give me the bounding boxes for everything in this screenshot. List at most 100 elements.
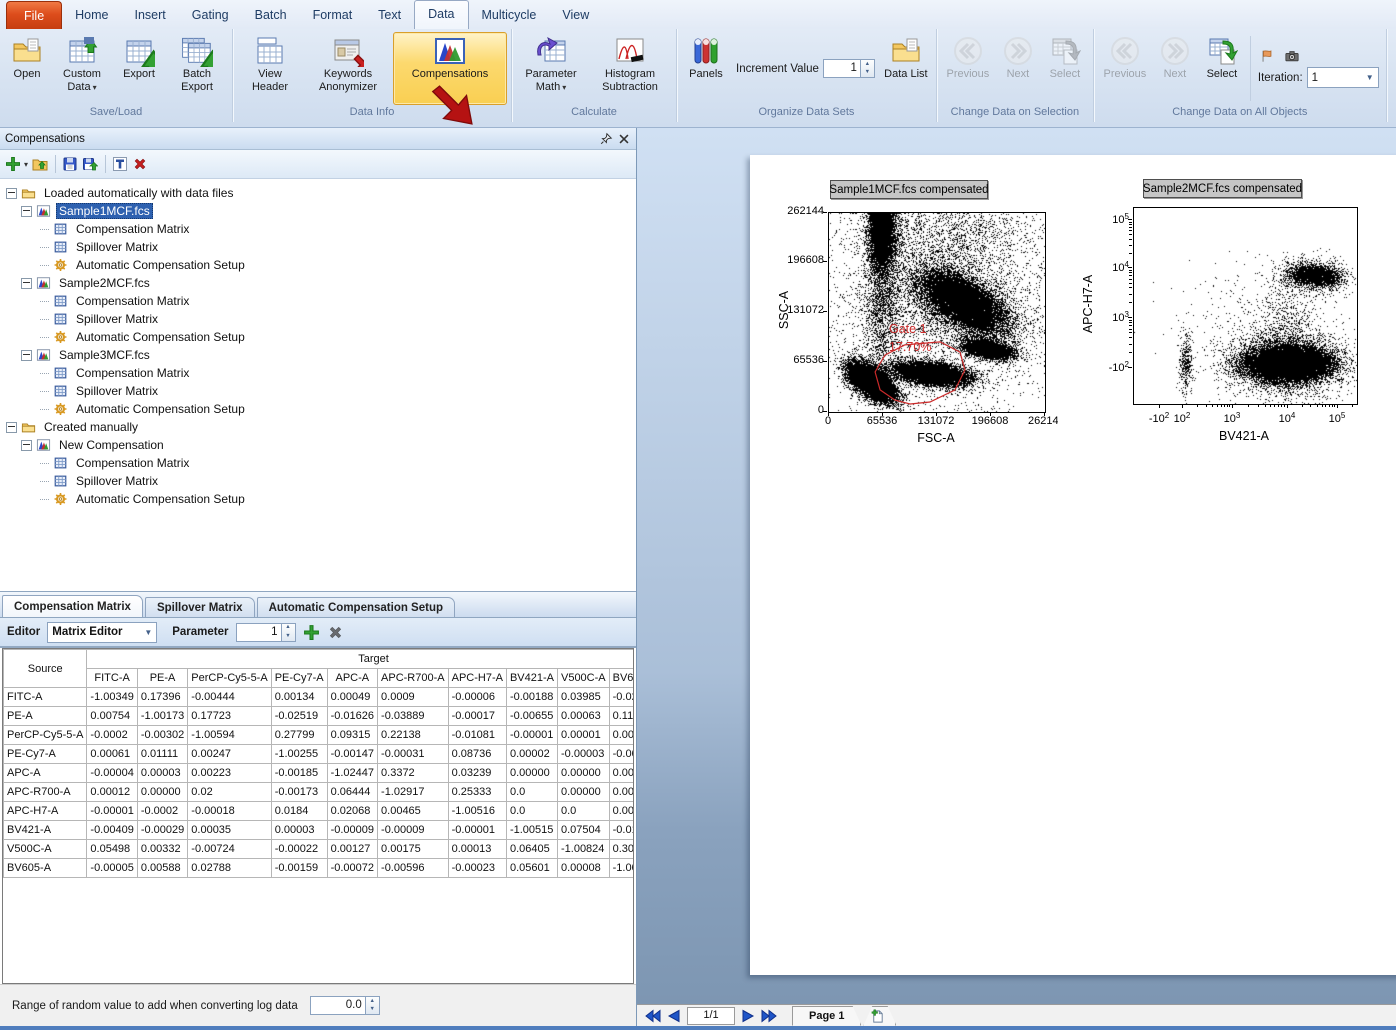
matrix-cell[interactable]: 0.0184 <box>271 802 327 821</box>
range-spinner[interactable]: 0.0 ▲▼ <box>310 996 380 1015</box>
parameter-math-button[interactable]: Parameter Math <box>516 32 586 105</box>
ribbon-tab-home[interactable]: Home <box>62 2 121 29</box>
matrix-cell[interactable]: 0.17723 <box>188 707 271 726</box>
tree-expander-icon[interactable] <box>6 422 17 433</box>
matrix-cell[interactable]: -0.00004 <box>87 764 137 783</box>
matrix-cell[interactable]: 0.00063 <box>557 707 609 726</box>
matrix-cell[interactable]: 0.0009 <box>378 688 449 707</box>
matrix-cell[interactable]: -0.00029 <box>137 821 187 840</box>
matrix-cell[interactable]: 0.00009 <box>609 764 634 783</box>
matrix-cell[interactable]: 0.00013 <box>448 840 506 859</box>
matrix-cell[interactable]: 0.00049 <box>327 688 377 707</box>
plot-title[interactable]: Sample2MCF.fcs compensated <box>1143 179 1302 198</box>
matrix-cell[interactable]: 0.00000 <box>557 764 609 783</box>
tree-item-loaded-automatically-with-data-files[interactable]: Loaded automatically with data files <box>0 184 636 202</box>
matrix-cell[interactable]: 0.00754 <box>87 707 137 726</box>
matrix-cell[interactable]: -1.02917 <box>378 783 449 802</box>
tree-expander-icon[interactable] <box>21 278 32 289</box>
tree-item-compensation-matrix[interactable]: Compensation Matrix <box>0 364 636 382</box>
plot-title[interactable]: Sample1MCF.fcs compensated <box>830 180 988 199</box>
matrix-cell[interactable]: 0.02068 <box>327 802 377 821</box>
matrix-cell[interactable]: -0.00005 <box>87 859 137 878</box>
ribbon-tab-insert[interactable]: Insert <box>122 2 179 29</box>
matrix-cell[interactable]: 0.00175 <box>378 840 449 859</box>
matrix-cell[interactable]: -0.00001 <box>87 802 137 821</box>
tree-item-sample3mcf-fcs[interactable]: Sample3MCF.fcs <box>0 346 636 364</box>
matrix-cell[interactable]: -0.00001 <box>506 726 557 745</box>
matrix-cell[interactable]: -0.0002 <box>87 726 137 745</box>
tree-item-spillover-matrix[interactable]: Spillover Matrix <box>0 382 636 400</box>
matrix-cell[interactable]: -0.01584 <box>609 821 634 840</box>
matrix-cell[interactable]: 0.00035 <box>188 821 271 840</box>
matrix-cell[interactable]: 0.05498 <box>87 840 137 859</box>
matrix-cell[interactable]: -0.00017 <box>448 707 506 726</box>
flag-icon[interactable] <box>1260 49 1274 63</box>
matrix-cell[interactable]: 0.00001 <box>557 726 609 745</box>
matrix-cell[interactable]: 0.17396 <box>137 688 187 707</box>
matrix-cell[interactable]: -0.00001 <box>448 821 506 840</box>
matrix-cell[interactable]: 0.00465 <box>378 802 449 821</box>
matrix-cell[interactable]: 0.06405 <box>506 840 557 859</box>
matrix-cell[interactable]: -0.00173 <box>271 783 327 802</box>
ribbon-tab-text[interactable]: Text <box>365 2 414 29</box>
matrix-cell[interactable]: -0.00009 <box>378 821 449 840</box>
tree-item-new-compensation[interactable]: New Compensation <box>0 436 636 454</box>
close-icon[interactable] <box>617 132 631 146</box>
ribbon-tab-format[interactable]: Format <box>300 2 366 29</box>
tree-expander-icon[interactable] <box>21 440 32 451</box>
select-button[interactable]: Select <box>1198 32 1246 105</box>
matrix-cell[interactable]: -0.00596 <box>378 859 449 878</box>
tree-item-created-manually[interactable]: Created manually <box>0 418 636 436</box>
open-button[interactable]: Open <box>4 32 50 105</box>
matrix-cell[interactable]: -0.02374 <box>609 688 634 707</box>
matrix-cell[interactable]: -0.01626 <box>327 707 377 726</box>
spin-up-icon[interactable]: ▲ <box>366 997 379 1006</box>
matrix-cell[interactable]: 0.00003 <box>137 764 187 783</box>
matrix-cell[interactable]: -1.00173 <box>137 707 187 726</box>
matrix-cell[interactable]: 0.0 <box>506 802 557 821</box>
matrix-cell[interactable]: 0.00008 <box>557 859 609 878</box>
matrix-cell[interactable]: -0.00018 <box>188 802 271 821</box>
matrix-cell[interactable]: -0.00188 <box>506 688 557 707</box>
tree-item-automatic-compensation-setup[interactable]: Automatic Compensation Setup <box>0 256 636 274</box>
matrix-cell[interactable]: -1.00255 <box>271 745 327 764</box>
ribbon-tab-batch[interactable]: Batch <box>242 2 300 29</box>
matrix-cell[interactable]: 0.00002 <box>506 745 557 764</box>
file-menu-button[interactable]: File <box>6 1 62 29</box>
tree-expander-icon[interactable] <box>21 206 32 217</box>
spin-down-icon[interactable]: ▼ <box>282 632 295 641</box>
matrix-cell[interactable]: -1.00824 <box>557 840 609 859</box>
matrix-cell[interactable]: 0.00247 <box>188 745 271 764</box>
export-button[interactable]: Export <box>114 32 164 105</box>
first-page-button[interactable] <box>645 1009 661 1023</box>
spin-up-icon[interactable]: ▲ <box>282 624 295 633</box>
tree-item-automatic-compensation-setup[interactable]: Automatic Compensation Setup <box>0 490 636 508</box>
matrix-cell[interactable]: 0.00000 <box>557 783 609 802</box>
matrix-cell[interactable]: -0.00072 <box>327 859 377 878</box>
matrix-cell[interactable]: 0.30397 <box>609 840 634 859</box>
matrix-cell[interactable]: -0.00409 <box>87 821 137 840</box>
custom-data-button[interactable]: Custom Data <box>52 32 112 105</box>
page-position[interactable]: 1/1 <box>687 1007 735 1025</box>
matrix-cell[interactable]: -0.00185 <box>271 764 327 783</box>
data-list-button[interactable]: Data List <box>880 32 932 105</box>
tree-item-automatic-compensation-setup[interactable]: Automatic Compensation Setup <box>0 328 636 346</box>
matrix-cell[interactable]: -0.00031 <box>378 745 449 764</box>
spin-down-icon[interactable]: ▼ <box>861 69 874 78</box>
tree-item-compensation-matrix[interactable]: Compensation Matrix <box>0 220 636 238</box>
save-as-button[interactable] <box>82 156 99 173</box>
matrix-cell[interactable]: 0.00008 <box>609 726 634 745</box>
matrix-cell[interactable]: 0.0 <box>557 802 609 821</box>
matrix-cell[interactable]: 0.00000 <box>609 783 634 802</box>
matrix-cell[interactable]: 0.00332 <box>137 840 187 859</box>
matrix-cell[interactable]: 0.22138 <box>378 726 449 745</box>
matrix-cell[interactable]: 0.00134 <box>271 688 327 707</box>
matrix-cell[interactable]: -0.00147 <box>327 745 377 764</box>
spin-down-icon[interactable]: ▼ <box>366 1006 379 1015</box>
tree-item-sample1mcf-fcs[interactable]: Sample1MCF.fcs <box>0 202 636 220</box>
pin-icon[interactable] <box>599 132 613 146</box>
matrix-cell[interactable]: 0.00012 <box>87 783 137 802</box>
view-header-button[interactable]: View Header <box>237 32 303 105</box>
open-file-button[interactable] <box>32 156 49 173</box>
keywords-anonymizer-button[interactable]: Keywords Anonymizer <box>305 32 391 105</box>
